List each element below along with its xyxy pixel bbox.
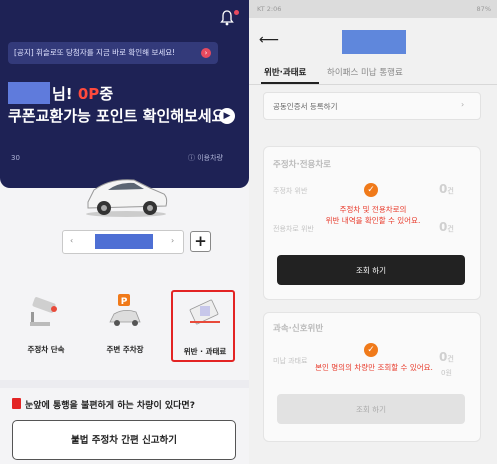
status-right: 87% — [476, 5, 491, 13]
help-icon: ⓘ — [188, 154, 198, 162]
bell-icon[interactable] — [219, 10, 235, 26]
cctv-icon — [30, 297, 57, 326]
report-question: 눈앞에 통행을 불편하게 하는 차량이 있다면? — [25, 401, 195, 411]
menu-parking-enforcement[interactable]: 주정차 단속 — [14, 290, 78, 362]
arrow-right-icon[interactable]: ▶ — [219, 108, 235, 124]
inquire-button-label: 조회 하기 — [356, 266, 386, 275]
check-icon: ✓ — [364, 183, 378, 197]
row-label: 주정차 위반 — [273, 187, 308, 195]
card-title: 주정차·전용차로 — [273, 160, 331, 170]
greeting-line1: 님! 0P중 — [52, 85, 114, 103]
menu-label: 주정차 단속 — [27, 345, 65, 354]
greeting-line2: 쿠폰교환가능 포인트 확인해보세요! — [8, 107, 233, 125]
car-image — [86, 179, 168, 217]
warning-icon — [12, 398, 21, 409]
svg-text:P: P — [121, 297, 128, 307]
back-arrow-icon[interactable]: ⟵ — [259, 32, 279, 48]
menu-label: 주변 주차장 — [106, 345, 144, 354]
tab-hipass-toll[interactable]: 하이패스 미납 통행료 — [327, 66, 403, 78]
report-button-label: 불법 주정차 간편 신고하기 — [70, 435, 178, 446]
notification-dot — [234, 10, 239, 15]
menu-violation-fines[interactable]: 위반 · 과태료 — [171, 290, 235, 362]
tab-violation-fines[interactable]: 위반·과태료 — [264, 66, 306, 78]
used-car-link[interactable]: ⓘ 이용차량 — [188, 153, 223, 163]
page-title-redacted — [342, 30, 406, 54]
status-left: KT 2:06 — [257, 5, 282, 13]
notice-banner[interactable]: [공지] 휘슬로또 당첨자를 지금 바로 확인해 보세요! — [8, 42, 218, 64]
cert-register-label: 공동인증서 등록하기 — [273, 102, 338, 111]
plate-number-redacted — [95, 234, 153, 249]
card-title: 과속·신호위반 — [273, 324, 324, 334]
parking-icon: P — [109, 294, 141, 326]
chevron-right-icon: › — [461, 100, 465, 109]
row-value: 0건 — [439, 182, 454, 196]
tabs-divider — [249, 84, 497, 85]
card2-overlay-message: 본인 명의의 차량만 조회할 수 있어요. — [315, 363, 433, 372]
menu-nearby-parking[interactable]: P 주변 주차장 — [93, 290, 157, 362]
small-label: 30 — [11, 154, 20, 162]
menu-label: 위반 · 과태료 — [183, 347, 227, 356]
chevron-left-icon[interactable]: ‹ — [70, 236, 73, 245]
check-icon: ✓ — [364, 343, 378, 357]
user-name-redacted — [8, 82, 50, 104]
plus-icon[interactable]: + — [190, 231, 211, 252]
chevron-right-icon[interactable]: › — [171, 236, 174, 245]
right-screen: KT 2:06 87% ⟵ 위반·과태료 하이패스 미납 통행료 공동인증서 등… — [249, 0, 497, 464]
left-screen: [공지] 휘슬로또 당첨자를 지금 바로 확인해 보세요! › 님! 0P중 쿠… — [0, 0, 249, 464]
arrow-right-icon[interactable]: › — [201, 48, 211, 58]
ticket-icon — [189, 299, 220, 325]
section-divider — [0, 380, 249, 388]
status-bar: KT 2:06 87% — [249, 0, 497, 18]
card1-overlay-message: 주정차 및 전용차로의 위반 내역을 확인할 수 있어요. — [325, 205, 421, 225]
inquire-button-label: 조회 하기 — [356, 405, 386, 414]
points-value: 0P — [77, 85, 100, 103]
